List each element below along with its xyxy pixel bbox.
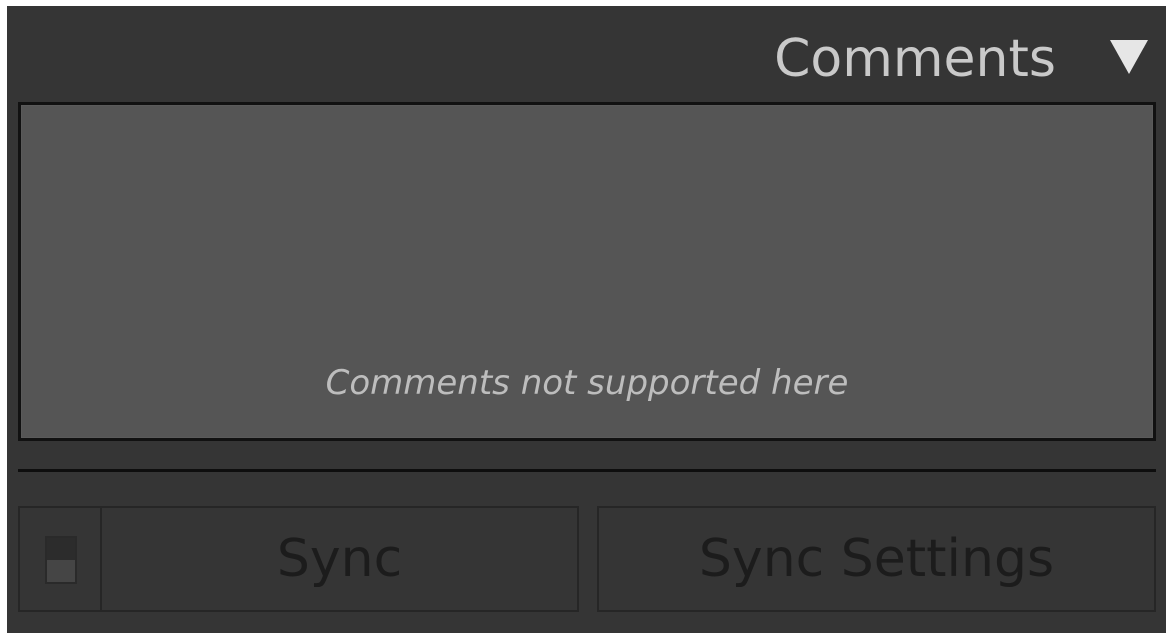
comments-box: Comments not supported here	[18, 102, 1156, 441]
comments-message: Comments not supported here	[325, 363, 849, 403]
sync-button[interactable]: Sync	[102, 508, 577, 610]
sync-bar: Sync Sync Settings	[18, 506, 1156, 612]
panel-title: Comments	[774, 29, 1056, 89]
divider	[18, 469, 1156, 472]
toggle-switch-icon[interactable]	[20, 508, 102, 610]
sync-group: Sync	[18, 506, 579, 612]
triangle-down-icon[interactable]	[1106, 34, 1152, 80]
panel-header[interactable]: Comments	[7, 6, 1166, 102]
comments-panel: Comments Comments not supported here Syn…	[7, 6, 1166, 633]
sync-settings-button[interactable]: Sync Settings	[597, 506, 1156, 612]
switch-knob	[47, 538, 75, 560]
switch-track	[45, 536, 77, 584]
